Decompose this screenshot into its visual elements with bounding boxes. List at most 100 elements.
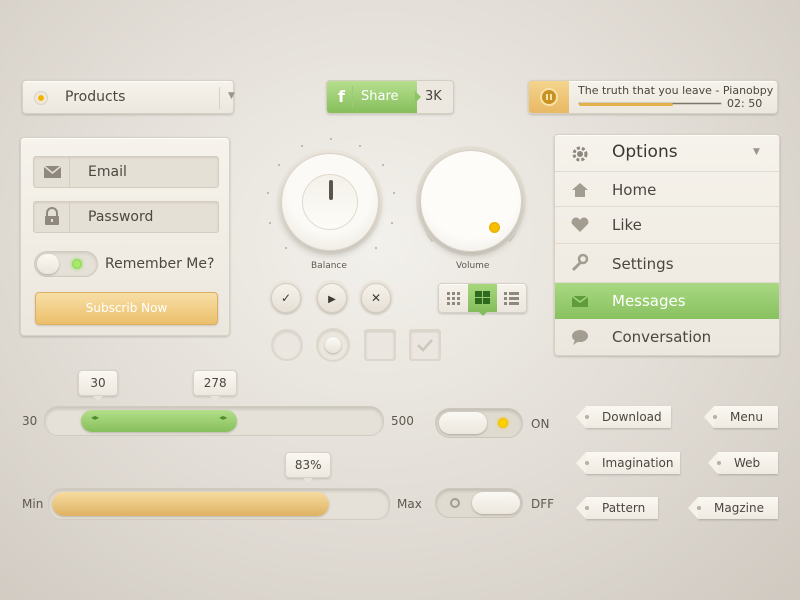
range-slider-fill: ◂▸ ◂▸ xyxy=(81,410,238,432)
tag-web[interactable]: Web xyxy=(708,452,778,474)
menu-item-home[interactable]: Home xyxy=(555,171,779,208)
pause-icon xyxy=(540,88,558,106)
chevron-down-icon[interactable]: ▼ xyxy=(228,91,235,101)
gear-icon xyxy=(569,144,591,162)
track-title: The truth that you leave - Pianobpy xyxy=(578,84,774,97)
balance-scale-tick xyxy=(266,191,269,194)
balance-label: Balance xyxy=(311,261,347,271)
envelope-icon xyxy=(569,292,591,310)
email-placeholder: Email xyxy=(88,164,127,180)
view-list-button[interactable] xyxy=(497,284,526,312)
heart-icon xyxy=(569,216,591,234)
checkbox-empty[interactable] xyxy=(364,329,396,361)
balance-pointer xyxy=(329,180,333,200)
on-label: ON xyxy=(531,417,550,431)
options-menu: Options ▼ Home Like Settings Messages Co… xyxy=(554,134,780,356)
menu-item-conversation[interactable]: Conversation xyxy=(555,319,779,356)
progress-slider-fill xyxy=(52,492,330,516)
balance-scale-tick xyxy=(300,144,303,147)
menu-item-like[interactable]: Like xyxy=(555,206,779,243)
menu-item-label: Home xyxy=(612,181,657,199)
range-low-handle-icon[interactable]: ◂▸ xyxy=(91,413,99,422)
tag-menu[interactable]: Menu xyxy=(704,406,778,428)
radio-empty[interactable] xyxy=(271,329,303,361)
off-toggle[interactable] xyxy=(435,488,523,518)
view-grid-large-button[interactable] xyxy=(468,284,497,316)
pause-button[interactable] xyxy=(529,81,569,113)
balance-knob[interactable] xyxy=(281,153,379,251)
options-header[interactable]: Options ▼ xyxy=(555,135,779,171)
range-high-bubble: 278 xyxy=(193,370,238,401)
progress-max-label: Max xyxy=(397,497,422,511)
balance-scale-tick xyxy=(375,247,378,250)
tag-magzine[interactable]: Magzine xyxy=(688,497,778,519)
balance-scale-tick xyxy=(284,247,287,250)
share-widget: f Share 3K xyxy=(326,80,454,114)
volume-label: Volume xyxy=(456,261,490,271)
close-button[interactable]: ✕ xyxy=(361,283,391,313)
dropdown-divider xyxy=(219,87,220,109)
facebook-icon: f xyxy=(331,86,353,108)
off-indicator-icon xyxy=(450,498,460,508)
volume-indicator-dot xyxy=(489,222,500,233)
balance-scale-tick xyxy=(278,164,281,167)
radio-dot xyxy=(325,337,341,353)
checkbox-checked[interactable] xyxy=(409,329,441,361)
progress-value-bubble: 83% xyxy=(285,452,332,483)
menu-item-settings[interactable]: Settings xyxy=(555,243,779,282)
grid-small-icon xyxy=(447,292,460,305)
remember-me-toggle[interactable] xyxy=(34,251,98,277)
share-pointer xyxy=(415,91,421,103)
password-placeholder: Password xyxy=(88,209,154,225)
balance-scale-tick xyxy=(269,221,272,224)
toggle-knob[interactable] xyxy=(472,492,520,514)
range-low-bubble: 30 xyxy=(78,370,118,401)
share-label: Share xyxy=(361,89,399,104)
toggle-knob[interactable] xyxy=(439,412,487,434)
radio-selected[interactable] xyxy=(316,328,350,362)
menu-item-messages[interactable]: Messages xyxy=(555,282,779,319)
music-player: The truth that you leave - Pianobpy 02: … xyxy=(528,80,778,114)
chevron-down-icon[interactable]: ▼ xyxy=(753,147,760,157)
view-grid-small-button[interactable] xyxy=(439,284,468,312)
email-field[interactable]: Email xyxy=(33,156,219,188)
tag-pattern[interactable]: Pattern xyxy=(576,497,658,519)
password-field[interactable]: Password xyxy=(33,201,219,233)
range-min-label: 30 xyxy=(22,414,38,428)
lock-icon xyxy=(34,202,70,232)
home-icon xyxy=(569,181,591,199)
check-icon: ✓ xyxy=(280,291,292,305)
list-icon xyxy=(504,292,519,305)
speech-bubble-icon xyxy=(569,328,591,346)
toggle-knob[interactable] xyxy=(37,254,59,274)
check-button[interactable]: ✓ xyxy=(271,283,301,313)
close-icon: ✕ xyxy=(370,291,382,305)
on-toggle[interactable] xyxy=(435,408,523,438)
toggle-indicator-icon xyxy=(72,259,82,269)
products-dropdown[interactable]: Products ▼ xyxy=(22,80,235,114)
tag-download[interactable]: Download xyxy=(576,406,671,428)
share-count: 3K xyxy=(425,89,442,104)
menu-item-label: Messages xyxy=(612,292,686,310)
play-button[interactable]: ▶ xyxy=(317,283,347,313)
tag-imagination[interactable]: Imagination xyxy=(576,452,680,474)
login-panel: Email Password Remember Me? Subscrib Now xyxy=(20,137,230,336)
off-label: DFF xyxy=(531,497,555,511)
progress-slider-track[interactable] xyxy=(48,488,390,520)
options-title: Options xyxy=(612,142,678,162)
balance-scale-tick xyxy=(330,138,332,140)
range-high-handle-icon[interactable]: ◂▸ xyxy=(219,413,227,422)
menu-item-label: Conversation xyxy=(612,328,712,346)
track-progress-bar[interactable] xyxy=(578,102,722,106)
checkmark-icon xyxy=(417,339,433,352)
share-button[interactable]: f Share xyxy=(327,81,417,113)
on-indicator-icon xyxy=(498,418,508,428)
balance-scale-tick xyxy=(393,191,396,194)
subscribe-button[interactable]: Subscrib Now xyxy=(35,292,218,325)
range-max-label: 500 xyxy=(391,414,414,428)
range-slider-track[interactable]: ◂▸ ◂▸ xyxy=(44,406,384,436)
volume-knob[interactable] xyxy=(420,150,522,252)
remember-me-label: Remember Me? xyxy=(105,256,215,272)
progress-min-label: Min xyxy=(22,497,44,511)
balance-scale-tick xyxy=(359,144,362,147)
